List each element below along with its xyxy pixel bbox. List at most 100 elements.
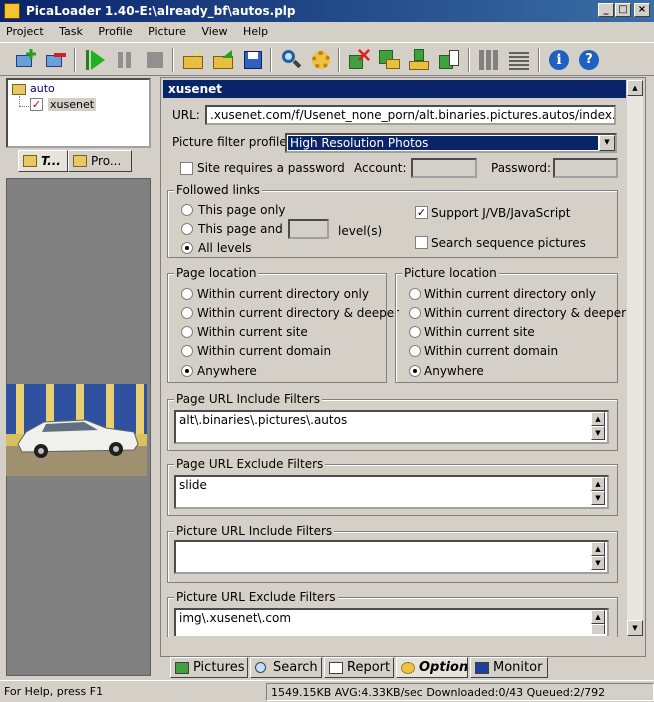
car-thumbnail [6,384,147,476]
tab-tasks[interactable]: T... [18,150,68,172]
picture-option-anywhere: Anywhere [424,364,484,378]
status-bar: For Help, press F1 1549.15KB AVG:4.33KB/… [0,680,654,702]
find-button[interactable] [278,47,304,73]
project-tree[interactable]: auto ✓ xusenet [6,78,151,148]
support-js-checkbox[interactable]: ✓ [415,206,428,219]
scroll-up-icon[interactable]: ▲ [591,412,605,426]
page-radio-anywhere[interactable] [181,365,193,377]
thumbnail-view-button[interactable] [476,47,502,73]
radio-all-levels[interactable] [181,242,193,254]
picture-radio-domain[interactable] [409,345,421,357]
tab-pictures[interactable]: Pictures [170,657,248,678]
search-icon [255,662,266,673]
radio-this-page-and[interactable] [181,223,193,235]
this-page-and-label: This page and [198,222,283,236]
app-icon [4,3,20,19]
stop-button[interactable] [142,47,168,73]
maximize-button[interactable]: □ [615,3,631,17]
levels-field[interactable] [288,219,329,239]
password-field[interactable] [553,158,618,178]
picture-include-textarea[interactable]: ▲ ▼ [174,540,609,574]
filter-profile-label: Picture filter profile: [172,135,291,149]
scroll-up-icon[interactable]: ▲ [591,477,605,491]
scroll-up-icon[interactable]: ▲ [627,80,643,96]
page-option-anywhere: Anywhere [197,364,257,378]
menu-help[interactable]: Help [237,22,274,38]
scroll-up-icon[interactable]: ▲ [591,610,605,624]
start-button[interactable] [82,47,108,73]
scroll-down-icon[interactable]: ▼ [591,556,605,570]
page-radio-domain[interactable] [181,345,193,357]
levels-label: level(s) [338,224,383,238]
close-button[interactable]: × [634,3,650,17]
tab-monitor-label: Monitor [493,660,543,675]
delete-picture-button[interactable] [346,47,372,73]
open-folder-button[interactable] [210,47,236,73]
scroll-down-icon[interactable]: ▼ [591,426,605,440]
support-js-label: Support J/VB/JavaScript [431,206,571,220]
url-field[interactable]: .xusenet.com/f/Usenet_none_porn/alt.bina… [205,105,616,125]
toolbar: i ? [0,42,654,76]
picture-location-title: Picture location [402,266,499,280]
list-view-button[interactable] [506,47,532,73]
menu-picture[interactable]: Picture [142,22,192,38]
vertical-scrollbar[interactable]: ▲ ▼ [627,80,643,636]
info-icon[interactable]: i [546,47,572,73]
tree-child-label[interactable]: xusenet [48,98,97,111]
page-option-dir-deeper: Within current directory & deeper [197,306,400,320]
tab-search[interactable]: Search [250,657,322,678]
picture-exclude-textarea[interactable]: img\.xusenet\.com ▲ [174,608,609,636]
filter-profile-select[interactable]: High Resolution Photos ▼ [285,133,617,153]
scroll-up-icon[interactable]: ▲ [591,542,605,556]
scroll-down-icon[interactable]: ▼ [627,620,643,636]
page-option-domain: Within current domain [197,344,332,358]
scroll-down-icon[interactable] [591,624,605,634]
picture-radio-dir-only[interactable] [409,288,421,300]
chevron-down-icon[interactable]: ▼ [599,135,615,151]
page-option-site: Within current site [197,325,308,339]
picture-radio-anywhere[interactable] [409,365,421,377]
gear-icon [401,662,415,674]
page-exclude-textarea[interactable]: slide ▲ ▼ [174,475,609,509]
save-button[interactable] [240,47,266,73]
download-button[interactable] [406,47,432,73]
picture-radio-dir-deeper[interactable] [409,307,421,319]
search-sequence-checkbox[interactable] [415,236,428,249]
page-include-textarea[interactable]: alt\.binaries\.pictures\.autos ▲ ▼ [174,410,609,444]
this-page-only-label: This page only [198,203,286,217]
tree-root-label[interactable]: auto [30,82,55,95]
minimize-button[interactable]: _ [598,3,614,17]
tab-profiles-label: Pro... [91,154,122,168]
page-radio-site[interactable] [181,326,193,338]
tab-monitor[interactable]: Monitor [470,657,548,678]
tab-report[interactable]: Report [324,657,394,678]
settings-button[interactable] [308,47,334,73]
page-location-title: Page location [174,266,259,280]
page-radio-dir-deeper[interactable] [181,307,193,319]
scroll-down-icon[interactable]: ▼ [591,491,605,505]
delete-task-button[interactable] [42,47,68,73]
menu-view[interactable]: View [195,22,233,38]
page-radio-dir-only[interactable] [181,288,193,300]
task-enabled-checkbox[interactable]: ✓ [30,98,43,111]
tab-search-label: Search [273,660,318,675]
pause-button[interactable] [112,47,138,73]
menu-project[interactable]: Project [0,22,50,38]
picture-option-dir-deeper: Within current directory & deeper [424,306,627,320]
page-include-title: Page URL Include Filters [174,392,322,406]
tab-profiles[interactable]: Pro... [68,150,132,172]
followed-links-title: Followed links [174,183,262,197]
new-task-button[interactable] [12,47,38,73]
menu-profile[interactable]: Profile [92,22,138,38]
copy-picture-button[interactable] [436,47,462,73]
open-project-button[interactable] [180,47,206,73]
password-required-checkbox[interactable] [180,162,193,175]
move-picture-button[interactable] [376,47,402,73]
help-icon[interactable]: ? [576,47,602,73]
picture-radio-site[interactable] [409,326,421,338]
radio-this-page-only[interactable] [181,204,193,216]
account-field[interactable] [411,158,477,178]
folder-icon [12,84,26,95]
menu-task[interactable]: Task [53,22,89,38]
tab-option[interactable]: Option [396,657,468,678]
